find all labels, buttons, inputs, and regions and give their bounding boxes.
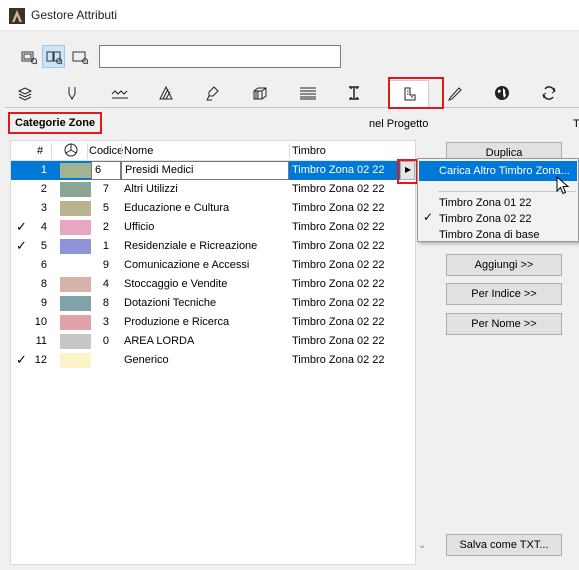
in-project-label: nel Progetto [369, 118, 429, 130]
tab-surfaces[interactable] [193, 80, 233, 107]
add-button[interactable]: Aggiungi >> [446, 254, 562, 276]
codice-input[interactable]: 6 [91, 161, 121, 180]
stamp-popup-menu: Carica Altro Timbro Zona... Timbro Zona … [417, 158, 579, 242]
by-index-button[interactable]: Per Indice >> [446, 283, 562, 305]
table-row[interactable]: 11 0 AREA LORDA Timbro Zona 02 22 [11, 332, 400, 351]
table-header: # Codice Nome Timbro [11, 141, 415, 161]
tab-layers[interactable] [5, 80, 45, 107]
table-row[interactable]: ✓ 5 1 Residenziale e Ricreazione Timbro … [11, 237, 400, 256]
color-swatch[interactable] [60, 296, 91, 311]
section-title: Categorie Zone [8, 112, 103, 134]
view-split-button[interactable] [42, 45, 65, 68]
load-stamp-menu-item[interactable]: Carica Altro Timbro Zona... [419, 161, 577, 181]
title-bar: Gestore Attributi [0, 0, 579, 31]
tab-fills[interactable] [146, 80, 186, 107]
zone-categories-table: # Codice Nome Timbro 1 6 Presidi Medici … [10, 140, 416, 565]
by-name-button[interactable]: Per Nome >> [446, 313, 562, 335]
header-hash[interactable]: # [37, 145, 43, 157]
color-swatch[interactable] [60, 239, 91, 254]
header-codice[interactable]: Codice [89, 145, 123, 157]
window-title: Gestore Attributi [31, 8, 118, 22]
table-row[interactable]: 6 9 Comunicazione e Accessi Timbro Zona … [11, 256, 400, 275]
pie-chart-icon[interactable] [64, 143, 78, 157]
table-row[interactable]: 2 7 Altri Utilizzi Timbro Zona 02 22 [11, 180, 400, 199]
color-swatch[interactable] [60, 353, 91, 368]
view-list-icon [21, 51, 38, 65]
tab-renovation[interactable] [529, 80, 569, 107]
line-types-icon [111, 90, 128, 99]
tab-line-types[interactable] [99, 80, 139, 107]
view-split-icon [46, 51, 63, 65]
globe-icon [495, 86, 509, 100]
table-row[interactable]: 9 8 Dotazioni Tecniche Timbro Zona 02 22 [11, 294, 400, 313]
color-swatch[interactable] [60, 201, 91, 216]
name-input[interactable]: Presidi Medici [121, 161, 289, 180]
color-swatch[interactable] [60, 220, 91, 235]
view-single-button[interactable] [68, 45, 91, 68]
table-row[interactable]: 3 5 Educazione e Cultura Timbro Zona 02 … [11, 199, 400, 218]
mouse-cursor-icon [556, 176, 570, 195]
table-row[interactable]: ✓ 4 2 Ufficio Timbro Zona 02 22 [11, 218, 400, 237]
markup-icon [448, 87, 462, 101]
search-input[interactable] [99, 45, 341, 68]
right-pane-label: T [573, 118, 579, 130]
table-row[interactable]: ✓ 12 Generico Timbro Zona 02 22 [11, 351, 400, 370]
tab-composites[interactable] [240, 80, 280, 107]
tab-highlight-frame [388, 77, 444, 109]
stamp-button-highlight-frame [397, 159, 418, 184]
app-icon [9, 8, 25, 24]
header-timbro[interactable]: Timbro [292, 145, 326, 157]
color-swatch[interactable] [60, 277, 91, 292]
columns-icon [349, 86, 359, 100]
attribute-tabs [5, 80, 579, 108]
surfaces-icon [206, 86, 219, 101]
composites-icon [253, 87, 267, 100]
view-single-icon [72, 51, 89, 65]
color-swatch[interactable] [60, 163, 91, 178]
profiles-icon [300, 87, 316, 100]
table-row[interactable]: 1 6 Presidi Medici Timbro Zona 02 22 ▶ [11, 161, 415, 180]
tab-columns[interactable] [334, 80, 374, 107]
pen-icon [68, 87, 76, 100]
save-as-txt-button[interactable]: Salva come TXT... [446, 534, 562, 556]
chevron-down-icon[interactable]: ⌄ [418, 540, 426, 551]
tab-profiles[interactable] [287, 80, 327, 107]
view-list-button[interactable] [17, 45, 40, 68]
color-swatch[interactable] [60, 315, 91, 330]
tab-pens[interactable] [52, 80, 92, 107]
color-swatch[interactable] [60, 334, 91, 349]
menu-item-stamp-base[interactable]: Timbro Zona di base [419, 225, 577, 245]
layers-icon [17, 87, 33, 101]
table-row[interactable]: 10 3 Produzione e Ricerca Timbro Zona 02… [11, 313, 400, 332]
table-row[interactable]: 8 4 Stoccaggio e Vendite Timbro Zona 02 … [11, 275, 400, 294]
header-nome[interactable]: Nome [124, 145, 153, 157]
tab-globe[interactable] [482, 80, 522, 107]
color-swatch[interactable] [60, 182, 91, 197]
renovation-icon [542, 86, 556, 100]
fills-icon [159, 85, 173, 100]
